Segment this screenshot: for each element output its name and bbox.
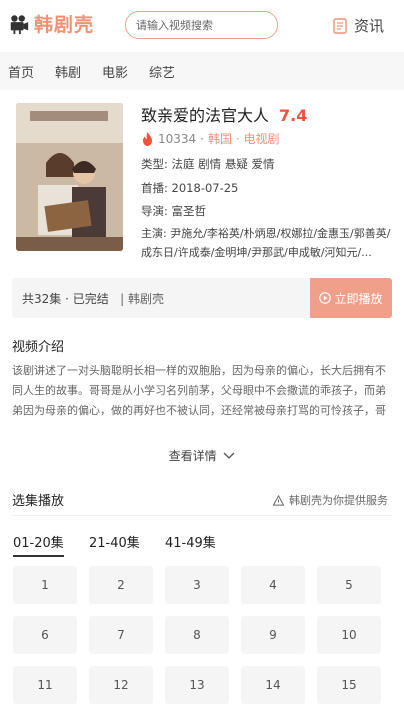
nav-item-variety[interactable]: 综艺 xyxy=(149,62,175,81)
genre-line: 类型: 法庭 剧情 悬疑 爱情 xyxy=(141,156,275,172)
intro-title: 视频介绍 xyxy=(12,340,65,355)
logo[interactable]: 韩剧壳 xyxy=(8,10,94,37)
fire-icon xyxy=(143,131,152,146)
nav-item-home[interactable]: 首页 xyxy=(8,62,34,81)
play-now-button[interactable]: 立即播放 xyxy=(310,278,392,318)
nav-bar: 首页 韩剧 电影 综艺 xyxy=(0,52,404,90)
poster-image[interactable] xyxy=(16,103,123,251)
news-link[interactable]: 资讯 xyxy=(332,15,384,36)
episode-button[interactable]: 10 xyxy=(317,616,381,654)
nav-item-movie[interactable]: 电影 xyxy=(102,62,128,81)
range-tab-41-49[interactable]: 41-49集 xyxy=(165,532,216,551)
film-camera-icon xyxy=(10,14,29,34)
episode-button[interactable]: 13 xyxy=(165,666,229,704)
chevron-down-icon xyxy=(223,452,235,459)
episode-button[interactable]: 9 xyxy=(241,616,305,654)
range-tab-21-40[interactable]: 21-40集 xyxy=(89,532,140,551)
dot-separator: · xyxy=(200,131,205,146)
more-details-link[interactable]: 查看详情 xyxy=(0,447,404,464)
episode-button[interactable]: 11 xyxy=(13,666,77,704)
episode-button[interactable]: 15 xyxy=(317,666,381,704)
genre-value: 法庭 剧情 悬疑 爱情 xyxy=(171,157,275,171)
episode-button[interactable]: 8 xyxy=(165,616,229,654)
search-input[interactable] xyxy=(126,12,277,38)
poster-art xyxy=(16,103,123,251)
episode-status: 共32集 · 已完结 | 韩剧壳 xyxy=(22,290,164,307)
director-label: 导演: xyxy=(141,204,168,218)
premiere-value: 2018-07-25 xyxy=(171,181,239,195)
cast-label: 主演: xyxy=(141,227,167,240)
service-note-text: 韩剧壳为你提供服务 xyxy=(289,494,388,507)
episodes-title: 选集播放 xyxy=(12,494,65,509)
episode-button[interactable]: 4 xyxy=(241,566,305,604)
episode-button[interactable]: 12 xyxy=(89,666,153,704)
nav-item-kdrama[interactable]: 韩剧 xyxy=(55,62,81,81)
warning-icon xyxy=(273,494,284,506)
premiere-label: 首播: xyxy=(141,181,168,195)
episode-button[interactable]: 2 xyxy=(89,566,153,604)
search-box: 搜索 xyxy=(125,11,278,39)
episode-button[interactable]: 14 xyxy=(241,666,305,704)
premiere-line: 首播: 2018-07-25 xyxy=(141,180,238,196)
episode-count: 共32集 · 已完结 xyxy=(22,292,109,306)
genre-label: 类型: xyxy=(141,157,168,171)
episode-button[interactable]: 1 xyxy=(13,566,77,604)
range-tab-1-20[interactable]: 01-20集 xyxy=(13,532,64,557)
heat-count: 10334 xyxy=(158,131,197,146)
region-label[interactable]: 韩国 · 电视剧 xyxy=(208,130,279,147)
director-value: 富圣哲 xyxy=(171,204,207,218)
episode-bar: 共32集 · 已完结 | 韩剧壳 立即播放 xyxy=(12,278,392,318)
play-icon xyxy=(319,292,332,304)
episode-button[interactable]: 6 xyxy=(13,616,77,654)
episode-source: | 韩剧壳 xyxy=(120,292,165,306)
episode-button[interactable]: 5 xyxy=(317,566,381,604)
director-line: 导演: 富圣哲 xyxy=(141,203,206,219)
news-label: 资讯 xyxy=(353,17,384,35)
show-title: 致亲爱的法官大人 xyxy=(141,106,270,125)
header: 韩剧壳 搜索 资讯 xyxy=(0,0,404,52)
cast-value: 尹施允/李裕英/朴炳恩/权娜拉/金惠玉/郭善英/成东日/许成泰/金明坤/尹那武/… xyxy=(141,227,391,259)
episode-button[interactable]: 3 xyxy=(165,566,229,604)
title-row: 致亲爱的法官大人 7.4 xyxy=(141,102,307,126)
news-icon xyxy=(333,17,347,34)
divider xyxy=(12,515,392,516)
episode-button[interactable]: 7 xyxy=(89,616,153,654)
intro-text: 该剧讲述了一对头脑聪明长相一样的双胞胎，因为母亲的偏心，长大后拥有不同人生的故事… xyxy=(12,364,386,417)
brand-name: 韩剧壳 xyxy=(34,14,95,36)
show-score: 7.4 xyxy=(279,106,308,125)
cast-line: 主演: 尹施允/李裕英/朴炳恩/权娜拉/金惠玉/郭善英/成东日/许成泰/金明坤/… xyxy=(141,224,391,262)
more-details-label: 查看详情 xyxy=(168,449,217,463)
play-now-label: 立即播放 xyxy=(334,291,383,306)
heat-row: 10334 · 韩国 · 电视剧 xyxy=(141,130,279,147)
service-note: 韩剧壳为你提供服务 xyxy=(273,492,388,508)
